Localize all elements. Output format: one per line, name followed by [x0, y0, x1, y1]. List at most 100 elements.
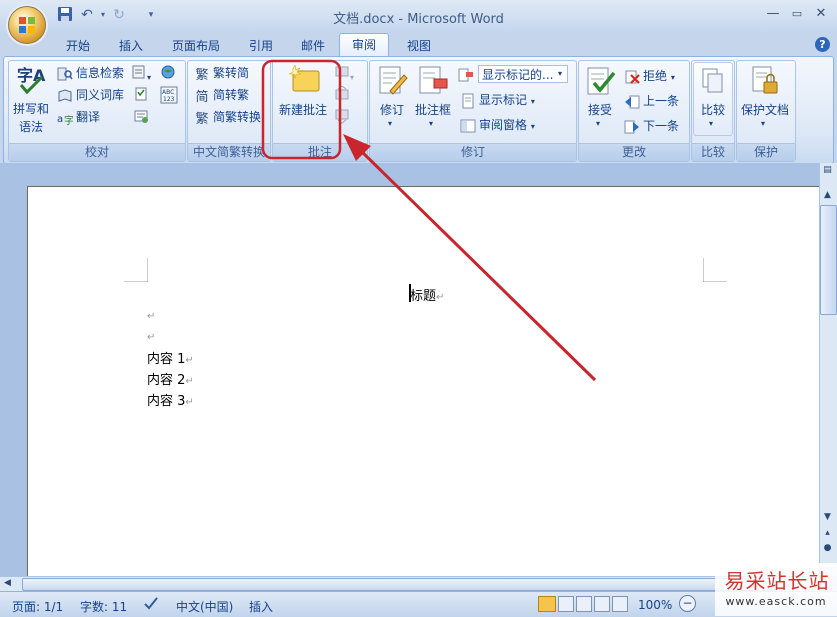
translate-button[interactable]: a 字翻译	[57, 107, 100, 127]
scroll-up-icon[interactable]: ▲	[819, 190, 836, 204]
group-label-protect: 保护	[737, 143, 795, 161]
compare-icon	[702, 68, 723, 93]
next-comment-button[interactable]	[334, 108, 352, 126]
horizontal-scroll-thumb[interactable]	[22, 578, 776, 591]
select-browse-object-icon[interactable]: ●	[819, 543, 836, 557]
word-count-button[interactable]	[133, 86, 151, 104]
doc-paragraph-2[interactable]: ↵	[147, 329, 155, 344]
proof-settings-button[interactable]	[160, 64, 178, 82]
display-for-review-dropdown-icon: ▾	[558, 69, 563, 78]
proofing-status-icon[interactable]	[143, 596, 159, 610]
language-icon	[132, 65, 145, 79]
display-review-icon	[458, 68, 473, 82]
spelling-grammar-button[interactable]: 字A 拼写和 语法	[12, 63, 50, 135]
doc-paragraph-1[interactable]: ↵	[147, 308, 155, 323]
tab-references[interactable]: 引用	[247, 36, 275, 56]
svg-text:字: 字	[64, 114, 73, 126]
paragraph-mark: ↵	[185, 376, 194, 387]
trad-to-simp-button[interactable]: 繁繁转简	[194, 63, 249, 83]
restore-icon[interactable]: ▭	[786, 6, 808, 24]
group-label-chinese: 中文简繁转换	[188, 143, 270, 161]
minimize-icon[interactable]: —	[762, 6, 784, 24]
draft-view-icon[interactable]	[612, 596, 628, 612]
accept-label: 接受	[587, 103, 612, 117]
abc-123-icon: ABC123	[160, 86, 178, 104]
abc-check-button[interactable]: ABC 123	[160, 86, 178, 104]
previous-page-icon[interactable]: ▴	[819, 528, 836, 542]
tab-insert[interactable]: 插入	[117, 36, 145, 56]
reviewing-pane-button[interactable]: 审阅窗格 ▾	[460, 115, 535, 135]
compare-label: 比较	[700, 103, 725, 117]
previous-change-icon	[625, 95, 640, 108]
status-insert-mode[interactable]: 插入	[249, 598, 273, 615]
help-icon[interactable]: ?	[815, 37, 830, 52]
protect-document-button[interactable]: 保护文档 ▾	[738, 63, 792, 133]
svg-text:123: 123	[163, 96, 175, 103]
globe-icon	[161, 65, 175, 79]
status-language[interactable]: 中文(中国)	[176, 598, 233, 615]
reject-button[interactable]: 拒绝 ▾	[624, 66, 675, 86]
research-button[interactable]: 信息检索	[57, 63, 124, 83]
spelling-label-line1: 拼写和	[12, 102, 49, 116]
group-label-tracking: 修订	[370, 143, 576, 161]
paragraph-5-text: 内容 3	[147, 394, 186, 409]
delete-comment-icon	[335, 66, 349, 77]
status-word-count[interactable]: 字数: 11	[80, 598, 127, 615]
compare-button[interactable]: 比较 ▾	[693, 62, 733, 136]
ruler-toggle-icon[interactable]: ▤	[819, 165, 836, 177]
previous-comment-button[interactable]	[334, 85, 352, 104]
track-changes-button[interactable]: 修订 ▾	[374, 63, 410, 133]
group-label-changes: 更改	[579, 143, 689, 161]
tab-home[interactable]: 开始	[64, 36, 92, 56]
print-layout-view-icon[interactable]	[538, 596, 556, 612]
set-language-button[interactable]: ▾	[131, 64, 155, 82]
tab-mailings[interactable]: 邮件	[299, 36, 327, 56]
paragraph-mark: ↵	[436, 292, 445, 303]
reviewing-pane-dropdown-icon: ▾	[530, 122, 535, 131]
show-markup-dropdown-icon: ▾	[530, 97, 535, 106]
zoom-out-icon[interactable]: −	[679, 595, 696, 612]
simp-to-trad-button[interactable]: 简简转繁	[194, 85, 249, 105]
full-screen-reading-icon[interactable]	[558, 596, 574, 612]
window-title: 文档.docx - Microsoft Word	[333, 12, 504, 27]
chinese-convert-button[interactable]: 繁简繁转换	[194, 107, 261, 127]
doc-paragraph-4[interactable]: 内容 2↵	[147, 369, 194, 388]
web-layout-icon[interactable]	[576, 596, 592, 612]
delete-comment-button[interactable]: ▾	[334, 64, 356, 82]
next-change-button[interactable]: 下一条	[624, 116, 679, 136]
next-change-icon	[624, 120, 639, 133]
doc-paragraph-3[interactable]: 内容 1↵	[147, 348, 194, 367]
reviewing-pane-label: 审阅窗格	[479, 118, 528, 132]
language-dropdown-icon: ▾	[147, 73, 152, 82]
doc-title-text: 标题	[410, 289, 437, 304]
new-comment-button[interactable]: 新建批注	[275, 63, 331, 129]
paragraph-4-text: 内容 2	[147, 373, 186, 388]
previous-change-button[interactable]: 上一条	[624, 91, 679, 111]
office-button[interactable]	[8, 6, 46, 44]
accept-button[interactable]: 接受 ▾	[582, 63, 618, 133]
margin-corner-top-right	[703, 258, 727, 282]
display-for-review-select[interactable]: 显示标记的... ▾	[458, 65, 570, 85]
show-comments-small-button[interactable]	[133, 108, 151, 126]
scroll-down-icon[interactable]: ▼	[819, 512, 836, 526]
tab-review[interactable]: 审阅	[339, 33, 389, 58]
translate-icon: a字	[57, 114, 73, 126]
close-icon[interactable]: ✕	[810, 6, 832, 24]
group-label-comments: 批注	[273, 143, 367, 161]
show-markup-button[interactable]: 显示标记 ▾	[460, 90, 535, 110]
protect-document-icon	[752, 66, 778, 94]
new-comment-icon	[288, 65, 320, 92]
next-comment-icon	[335, 109, 349, 124]
tab-view[interactable]: 视图	[405, 36, 433, 56]
tab-page-layout[interactable]: 页面布局	[170, 36, 222, 56]
thesaurus-button[interactable]: 同义词库	[57, 85, 124, 105]
status-page[interactable]: 页面: 1/1	[12, 598, 63, 615]
status-zoom[interactable]: 100%	[638, 598, 672, 612]
vertical-scroll-thumb[interactable]	[820, 205, 837, 315]
doc-title-line[interactable]: 标题↵	[410, 285, 444, 304]
watermark-text: 易采站长站	[724, 569, 830, 593]
scroll-left-icon[interactable]: ◀	[4, 578, 11, 588]
outline-view-icon[interactable]	[594, 596, 610, 612]
balloons-button[interactable]: 批注框 ▾	[412, 63, 454, 133]
doc-paragraph-5[interactable]: 内容 3↵	[147, 390, 194, 409]
